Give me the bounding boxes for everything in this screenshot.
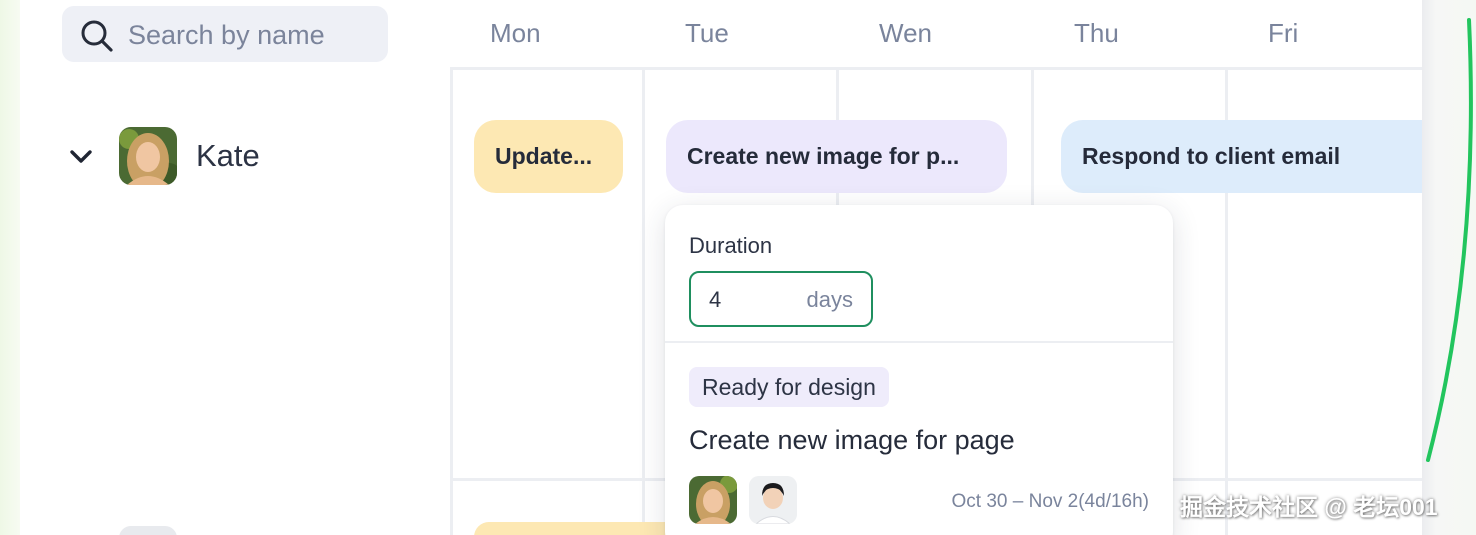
chevron-down-icon[interactable] xyxy=(68,144,94,170)
day-header-thu: Thu xyxy=(1074,18,1119,48)
date-range: Oct 30 – Nov 2(4d/16h) xyxy=(951,491,1150,512)
task-card[interactable]: Create new image for p... xyxy=(666,120,1007,193)
decorative-arc xyxy=(1426,18,1473,462)
task-details-popup: Duration 4 days Ready for design Create … xyxy=(665,205,1173,535)
day-header-fri: Fri xyxy=(1268,18,1299,48)
assignee-avatar xyxy=(689,476,737,524)
duration-label: Duration xyxy=(689,233,773,258)
search-icon xyxy=(81,20,113,52)
person-name: Kate xyxy=(196,138,260,173)
status-badge[interactable]: Ready for design xyxy=(689,367,889,407)
task-card[interactable]: Update... xyxy=(474,120,623,193)
avatar xyxy=(119,127,177,185)
header-divider xyxy=(450,67,1422,70)
avatar xyxy=(119,526,177,535)
divider xyxy=(665,341,1173,343)
day-header-mon: Mon xyxy=(490,18,541,48)
assignee-avatar xyxy=(749,476,797,524)
task-card-partial[interactable] xyxy=(474,522,694,535)
grid-line xyxy=(450,68,453,535)
search-box[interactable]: Search by name xyxy=(62,6,388,62)
duration-unit: days xyxy=(806,287,853,312)
search-placeholder: Search by name xyxy=(128,20,325,50)
task-title: Create new image for page xyxy=(689,425,1015,455)
day-header-wen: Wen xyxy=(879,18,932,48)
duration-value: 4 xyxy=(709,287,722,312)
duration-input[interactable]: 4 days xyxy=(689,271,873,327)
grid-line xyxy=(642,68,645,535)
watermark: 掘金技术社区 @ 老坛001 xyxy=(1180,494,1438,520)
day-header-tue: Tue xyxy=(685,18,729,48)
calendar-app: Search by name Mon Tue Wen Thu Fri Kate … xyxy=(20,0,1442,535)
task-card[interactable]: Respond to client email xyxy=(1061,120,1442,193)
